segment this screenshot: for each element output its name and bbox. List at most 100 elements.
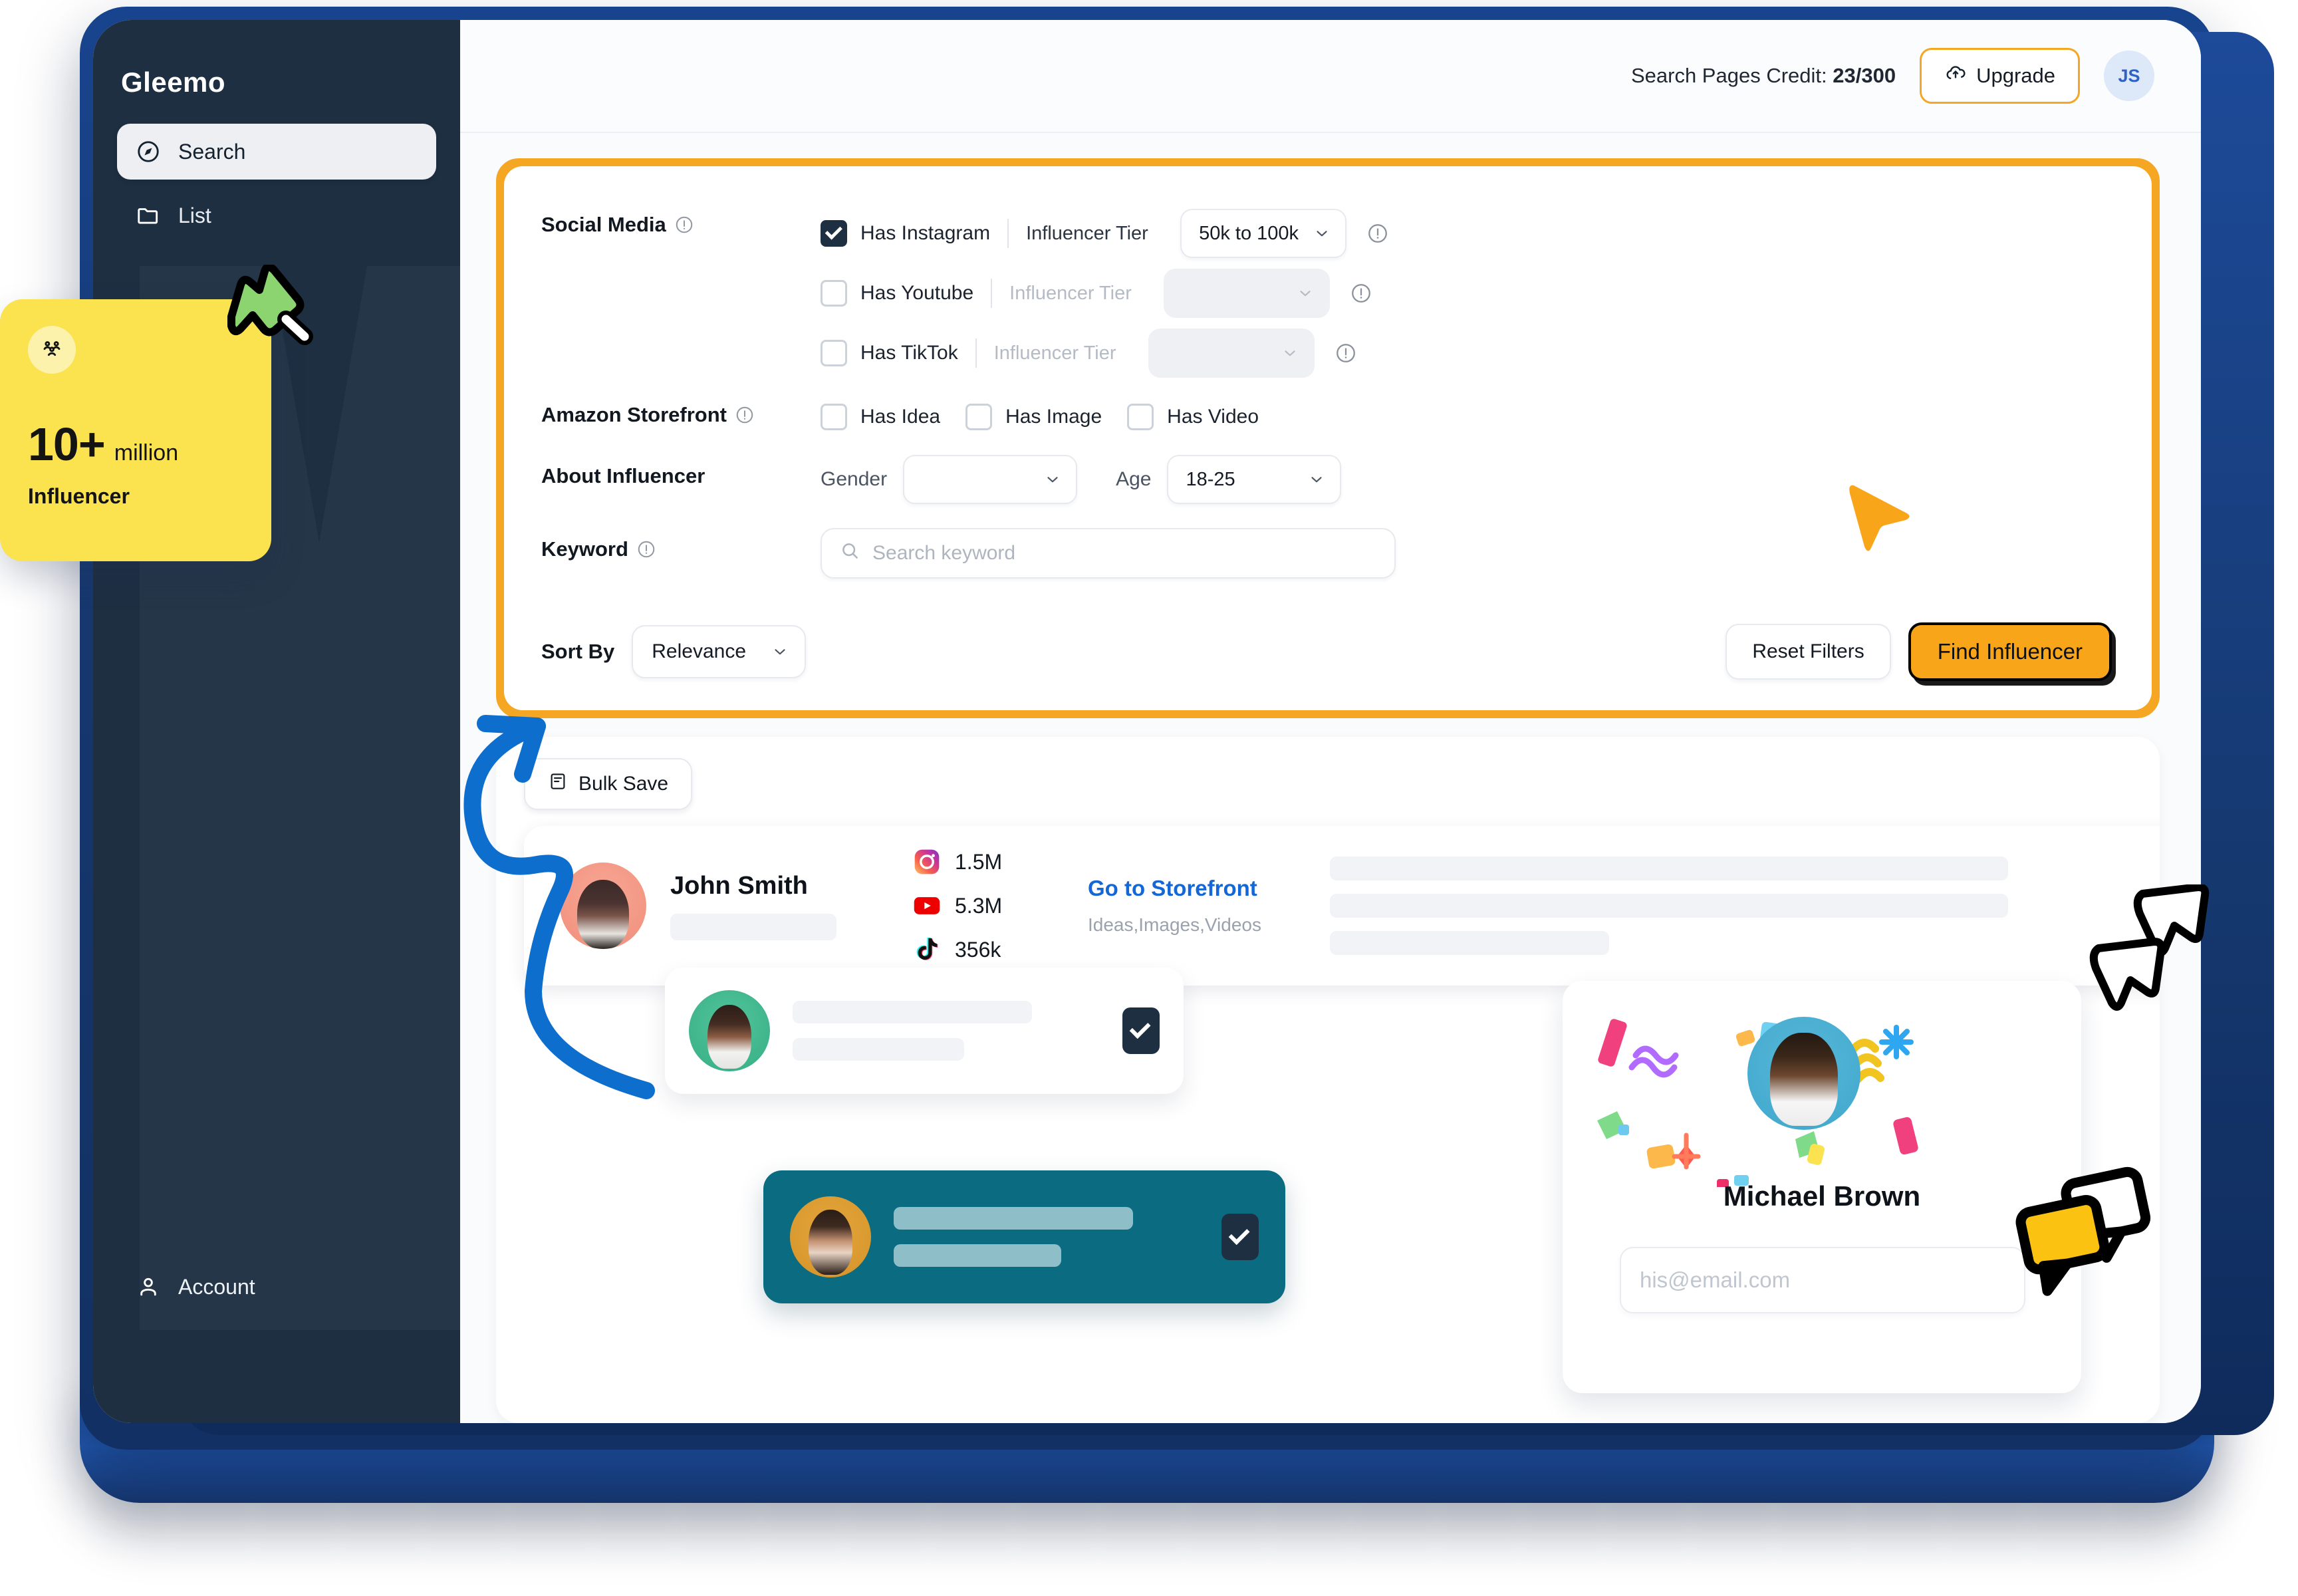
placeholder-bars xyxy=(793,1001,1122,1061)
avatar xyxy=(689,990,770,1071)
age-select-value: 18-25 xyxy=(1186,468,1235,490)
social-row-tiktok: Has TikTok Influencer Tier xyxy=(821,323,2112,383)
filter-row-amazon-storefront: Amazon Storefront Has Idea Has Image Has… xyxy=(541,394,2112,440)
influencer-social-stats: 1.5M 5.3M 356k xyxy=(912,840,1065,972)
social-row-youtube: Has Youtube Influencer Tier xyxy=(821,263,2112,323)
checkbox-label-has-video: Has Video xyxy=(1167,406,1259,428)
influencer-placeholder-bars xyxy=(1330,857,2160,955)
checkbox-has-instagram[interactable] xyxy=(821,220,847,247)
checkbox-has-youtube[interactable] xyxy=(821,280,847,307)
find-influencer-button[interactable]: Find Influencer xyxy=(1908,622,2112,681)
stat-badge: 10+ million Influencer xyxy=(0,299,271,561)
divider xyxy=(1007,219,1009,248)
profile-name: Michael Brown xyxy=(1723,1180,1921,1212)
filter-actions: Reset Filters Find Influencer xyxy=(1725,622,2112,681)
go-to-storefront-link[interactable]: Go to Storefront xyxy=(1088,876,1257,900)
divider xyxy=(975,338,977,368)
tier-select-value-instagram: 50k to 100k xyxy=(1199,222,1299,244)
chevron-down-icon xyxy=(1313,225,1331,242)
checkbox-group-has-image[interactable]: Has Image xyxy=(965,404,1102,430)
social-stat-value: 1.5M xyxy=(955,849,1003,874)
brand-logo: Gleemo xyxy=(121,66,226,98)
instagram-icon xyxy=(912,847,942,876)
avatar xyxy=(560,863,646,949)
avatar[interactable]: JS xyxy=(2104,51,2154,101)
placeholder-bar xyxy=(1330,857,2008,880)
social-stat-value: 356k xyxy=(955,937,1001,962)
folder-icon xyxy=(136,203,161,228)
selection-card-active[interactable] xyxy=(763,1170,1285,1303)
keyword-placeholder: Search keyword xyxy=(872,542,1016,564)
info-icon[interactable] xyxy=(1366,222,1389,245)
social-stat-tiktok: 356k xyxy=(912,928,1065,972)
app-header: Search Pages Credit: 23/300 Upgrade JS xyxy=(460,20,2201,133)
checkbox-group-has-idea[interactable]: Has Idea xyxy=(821,404,940,430)
chevron-down-icon xyxy=(771,643,789,660)
sidebar-item-account[interactable]: Account xyxy=(117,1274,255,1299)
search-icon xyxy=(839,540,860,567)
gender-label: Gender xyxy=(821,468,888,490)
stat-unit: million xyxy=(114,440,179,466)
bulk-save-button[interactable]: Bulk Save xyxy=(524,758,693,810)
checkbox-label-has-tiktok: Has TikTok xyxy=(860,342,958,364)
tier-select-instagram[interactable]: 50k to 100k xyxy=(1180,209,1347,258)
placeholder-bar xyxy=(894,1207,1133,1230)
youtube-icon xyxy=(912,891,942,920)
tier-select-tiktok[interactable] xyxy=(1148,329,1315,378)
checkbox-selected[interactable] xyxy=(1221,1214,1259,1260)
user-icon xyxy=(136,1274,161,1299)
tier-label-tiktok: Influencer Tier xyxy=(993,342,1116,364)
reset-filters-button[interactable]: Reset Filters xyxy=(1725,624,1891,680)
gender-select[interactable] xyxy=(903,455,1078,504)
info-icon[interactable] xyxy=(636,539,656,559)
placeholder-bars xyxy=(894,1207,1221,1267)
checkbox-label-has-idea: Has Idea xyxy=(860,406,941,428)
divider xyxy=(991,279,993,308)
checkbox-has-video[interactable] xyxy=(1127,404,1154,430)
info-icon[interactable] xyxy=(1335,342,1357,364)
selection-card-light[interactable] xyxy=(665,968,1184,1094)
tier-select-youtube[interactable] xyxy=(1164,269,1331,318)
influencer-result-row[interactable]: John Smith 1.5M 5.3M 356k Go to Storefro… xyxy=(524,826,2160,986)
checkbox-group-has-video[interactable]: Has Video xyxy=(1127,404,1259,430)
placeholder-bar xyxy=(1330,894,2008,918)
info-icon[interactable] xyxy=(735,405,755,425)
filter-label-about-influencer: About Influencer xyxy=(541,464,705,487)
placeholder-bar xyxy=(1330,931,1609,955)
age-select[interactable]: 18-25 xyxy=(1167,455,1342,504)
keyword-search-field[interactable]: Search keyword xyxy=(821,528,1396,579)
info-icon[interactable] xyxy=(1350,282,1372,305)
sidebar-item-list[interactable]: List xyxy=(117,188,436,243)
checkbox-label-has-image: Has Image xyxy=(1005,406,1102,428)
checkbox-has-image[interactable] xyxy=(965,404,993,430)
avatar xyxy=(790,1196,871,1277)
upgrade-button[interactable]: Upgrade xyxy=(1920,48,2080,104)
chevron-down-icon xyxy=(1281,344,1299,362)
email-field[interactable]: his@email.com xyxy=(1620,1247,2025,1313)
profile-popup-card: Michael Brown his@email.com xyxy=(1563,981,2081,1393)
social-row-instagram: Has Instagram Influencer Tier 50k to 100… xyxy=(821,203,2112,263)
stat-caption: Influencer xyxy=(28,484,130,508)
social-stat-youtube: 5.3M xyxy=(912,884,1065,928)
search-credit-status: Search Pages Credit: 23/300 xyxy=(1631,64,1896,88)
chevron-down-icon xyxy=(1297,285,1314,302)
placeholder-bar xyxy=(793,1001,1032,1023)
placeholder-bar xyxy=(894,1244,1061,1267)
sidebar: Gleemo Search List Account xyxy=(93,20,460,1423)
age-label: Age xyxy=(1116,468,1152,490)
filter-row-about-influencer: About Influencer Gender Age 18-25 xyxy=(541,455,2112,504)
avatar xyxy=(1747,1017,1860,1130)
checkbox-selected[interactable] xyxy=(1122,1007,1160,1054)
filter-row-sort-actions: Sort By Relevance Reset Filters Find Inf… xyxy=(541,622,2112,681)
filter-row-social-media: Social Media Has Instagram Influencer Ti… xyxy=(541,203,2112,383)
sort-by-value: Relevance xyxy=(652,640,747,662)
checkbox-has-idea[interactable] xyxy=(821,404,847,430)
search-credit-value: 23/300 xyxy=(1833,64,1896,87)
sort-by-select[interactable]: Relevance xyxy=(632,625,807,678)
users-icon xyxy=(28,326,76,374)
tier-label-youtube: Influencer Tier xyxy=(1009,282,1132,304)
checkbox-has-tiktok[interactable] xyxy=(821,340,847,366)
sidebar-item-search[interactable]: Search xyxy=(117,124,436,180)
upgrade-label: Upgrade xyxy=(1976,64,2055,87)
info-icon[interactable] xyxy=(674,215,694,235)
